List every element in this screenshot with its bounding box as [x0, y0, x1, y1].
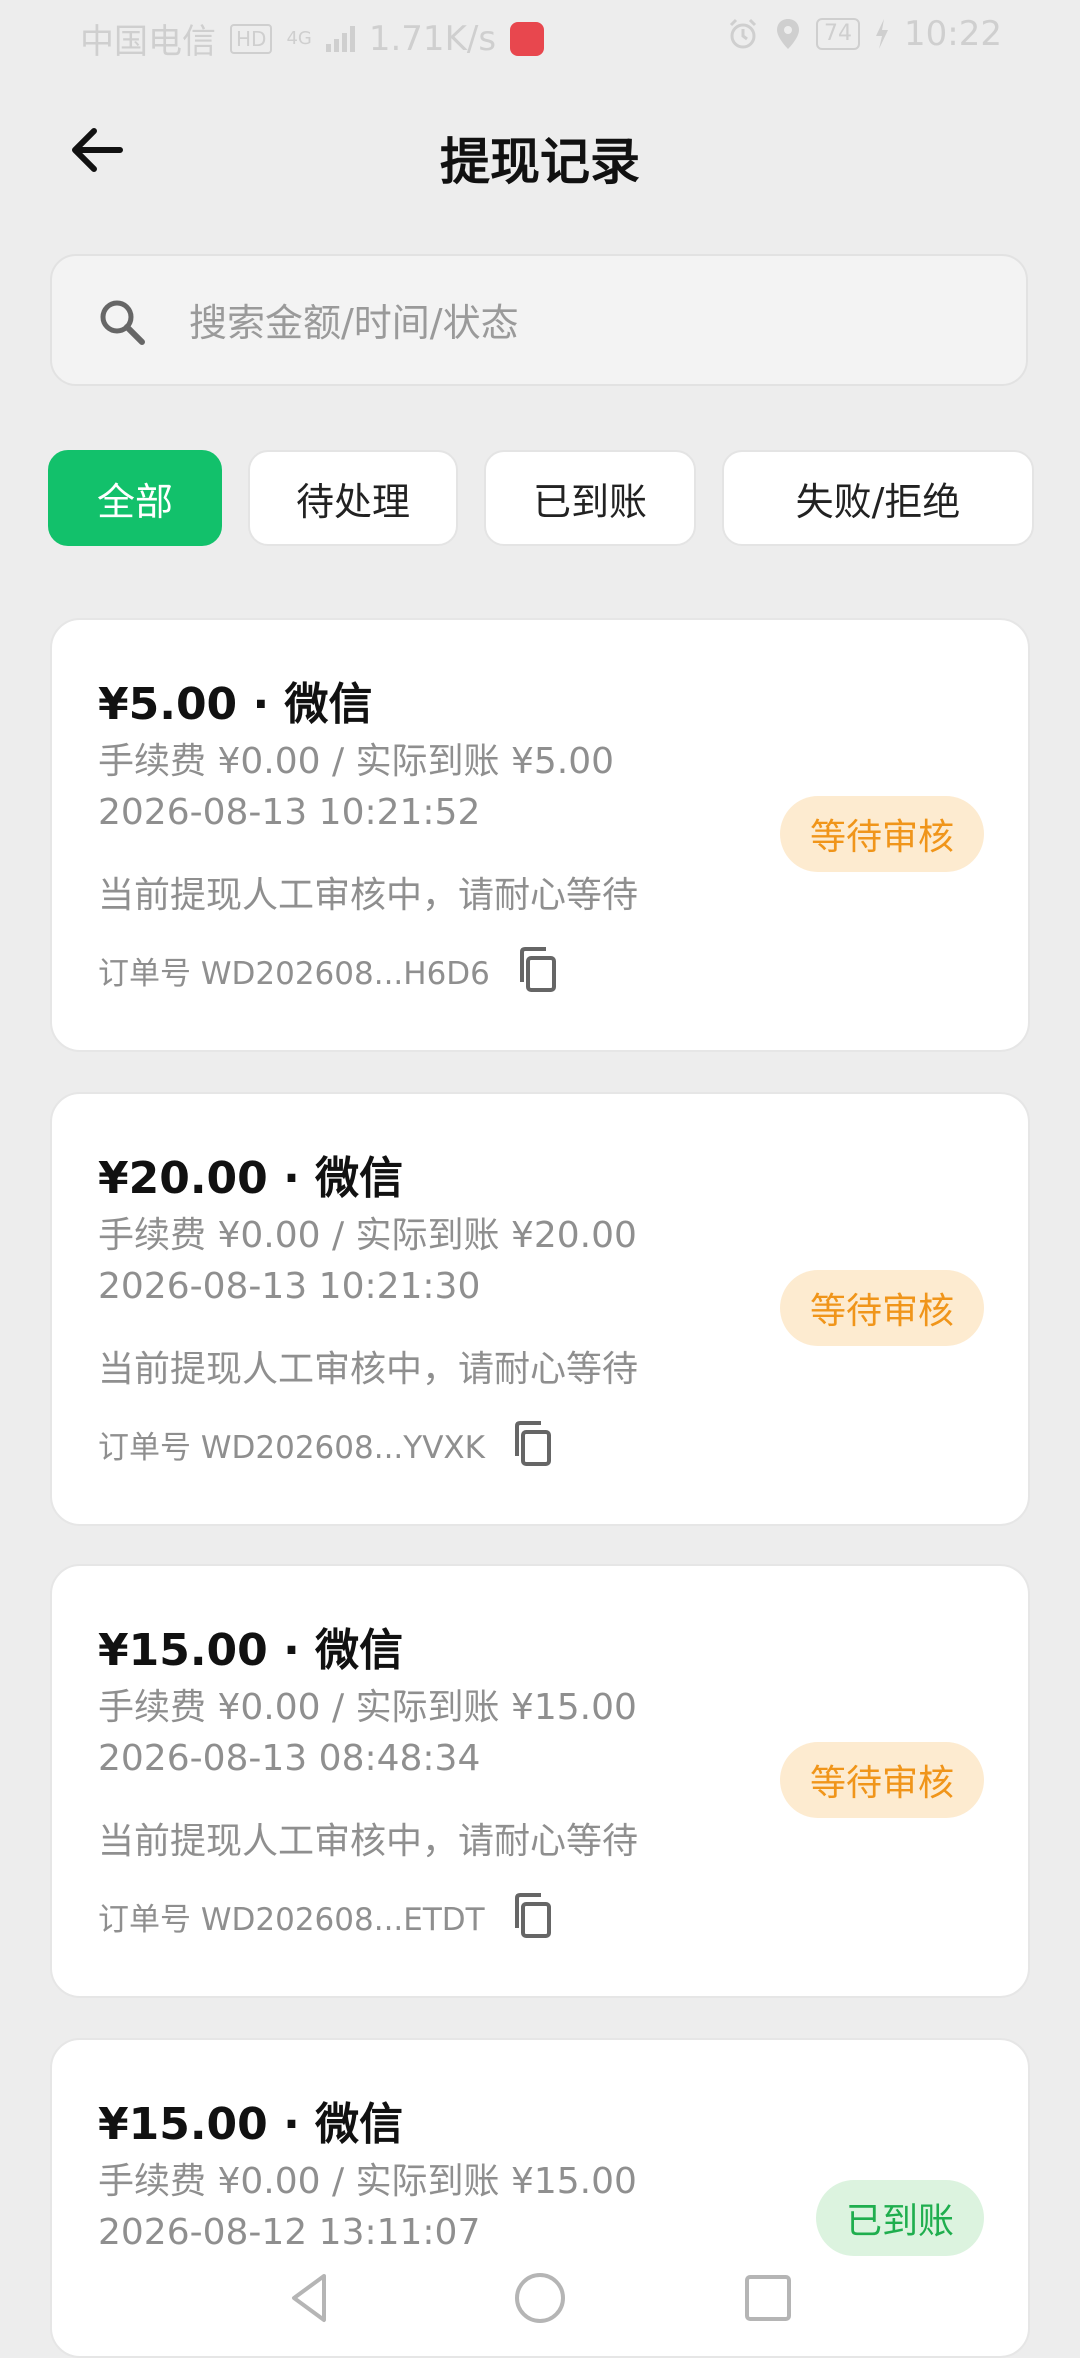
record-fee: 手续费 ¥0.00 / 实际到账 ¥20.00	[98, 1215, 637, 1256]
nav-recents-icon[interactable]	[738, 2268, 798, 2328]
withdrawal-record-card[interactable]: ¥5.00 · 微信 手续费 ¥0.00 / 实际到账 ¥5.00 2026-0…	[50, 618, 1030, 1052]
record-fee: 手续费 ¥0.00 / 实际到账 ¥15.00	[98, 1687, 637, 1728]
tab-failed-rejected[interactable]: 失败/拒绝	[722, 450, 1034, 546]
order-number: 订单号 WD202608...H6D6	[98, 955, 490, 992]
signal-icon	[325, 25, 355, 52]
record-order: 订单号 WD202608...H6D6	[98, 946, 560, 994]
search-bar[interactable]	[50, 254, 1028, 386]
record-amount: ¥15.00 · 微信	[98, 2099, 404, 2150]
record-time: 2026-08-13 10:21:30	[98, 1266, 481, 1307]
status-bar-left: 中国电信 HD 4G 1.71K/s	[80, 14, 545, 63]
search-input[interactable]	[187, 284, 991, 362]
location-icon	[777, 19, 800, 49]
search-icon	[100, 300, 145, 345]
record-time: 2026-08-13 10:21:52	[98, 792, 481, 833]
tab-arrived[interactable]: 已到账	[484, 450, 696, 546]
nav-home-icon[interactable]	[510, 2268, 570, 2328]
copy-icon[interactable]	[511, 1420, 555, 1468]
status-badge: 等待审核	[779, 1742, 984, 1818]
copy-icon[interactable]	[511, 1892, 555, 1940]
battery-indicator: 74	[816, 18, 861, 50]
carrier-label: 中国电信	[80, 22, 216, 62]
record-time: 2026-08-13 08:48:34	[98, 1738, 481, 1779]
system-nav-bar	[0, 2260, 1080, 2340]
record-note: 当前提现人工审核中，请耐心等待	[98, 1821, 639, 1862]
charging-icon	[876, 19, 889, 49]
status-bar-right: 74 10:22	[726, 14, 1002, 54]
clock: 10:22	[904, 14, 1002, 54]
record-note: 当前提现人工审核中，请耐心等待	[98, 875, 639, 916]
record-order: 订单号 WD202608...ETDT	[98, 1892, 555, 1940]
nav-back-icon[interactable]	[280, 2268, 340, 2328]
hd-badge: HD	[230, 23, 273, 54]
record-amount: ¥5.00 · 微信	[98, 679, 373, 730]
status-badge: 等待审核	[779, 1270, 984, 1346]
status-bar: 中国电信 HD 4G 1.71K/s 74 10:22	[0, 0, 1080, 76]
notification-app-icon	[510, 21, 545, 56]
network-speed: 1.71K/s	[368, 18, 497, 59]
withdrawal-record-card[interactable]: ¥15.00 · 微信 手续费 ¥0.00 / 实际到账 ¥15.00 2026…	[50, 1564, 1030, 1998]
record-note: 当前提现人工审核中，请耐心等待	[98, 1349, 639, 1390]
status-badge: 等待审核	[779, 796, 984, 872]
network-type: 4G	[286, 28, 312, 49]
record-amount: ¥20.00 · 微信	[98, 1153, 404, 1204]
record-time: 2026-08-12 13:11:07	[98, 2212, 481, 2253]
alarm-icon	[729, 18, 757, 49]
app-header: 提现记录	[0, 100, 1080, 200]
order-number: 订单号 WD202608...YVXK	[98, 1429, 485, 1466]
page-title: 提现记录	[440, 133, 640, 191]
tab-all[interactable]: 全部	[48, 450, 222, 546]
record-fee: 手续费 ¥0.00 / 实际到账 ¥15.00	[98, 2161, 637, 2202]
copy-icon[interactable]	[516, 946, 560, 994]
withdrawal-record-card[interactable]: ¥20.00 · 微信 手续费 ¥0.00 / 实际到账 ¥20.00 2026…	[50, 1092, 1030, 1526]
order-number: 订单号 WD202608...ETDT	[98, 1901, 485, 1938]
record-order: 订单号 WD202608...YVXK	[98, 1420, 555, 1468]
tab-pending[interactable]: 待处理	[248, 450, 458, 546]
record-fee: 手续费 ¥0.00 / 实际到账 ¥5.00	[98, 741, 615, 782]
status-badge: 已到账	[815, 2180, 984, 2256]
record-amount: ¥15.00 · 微信	[98, 1625, 404, 1676]
